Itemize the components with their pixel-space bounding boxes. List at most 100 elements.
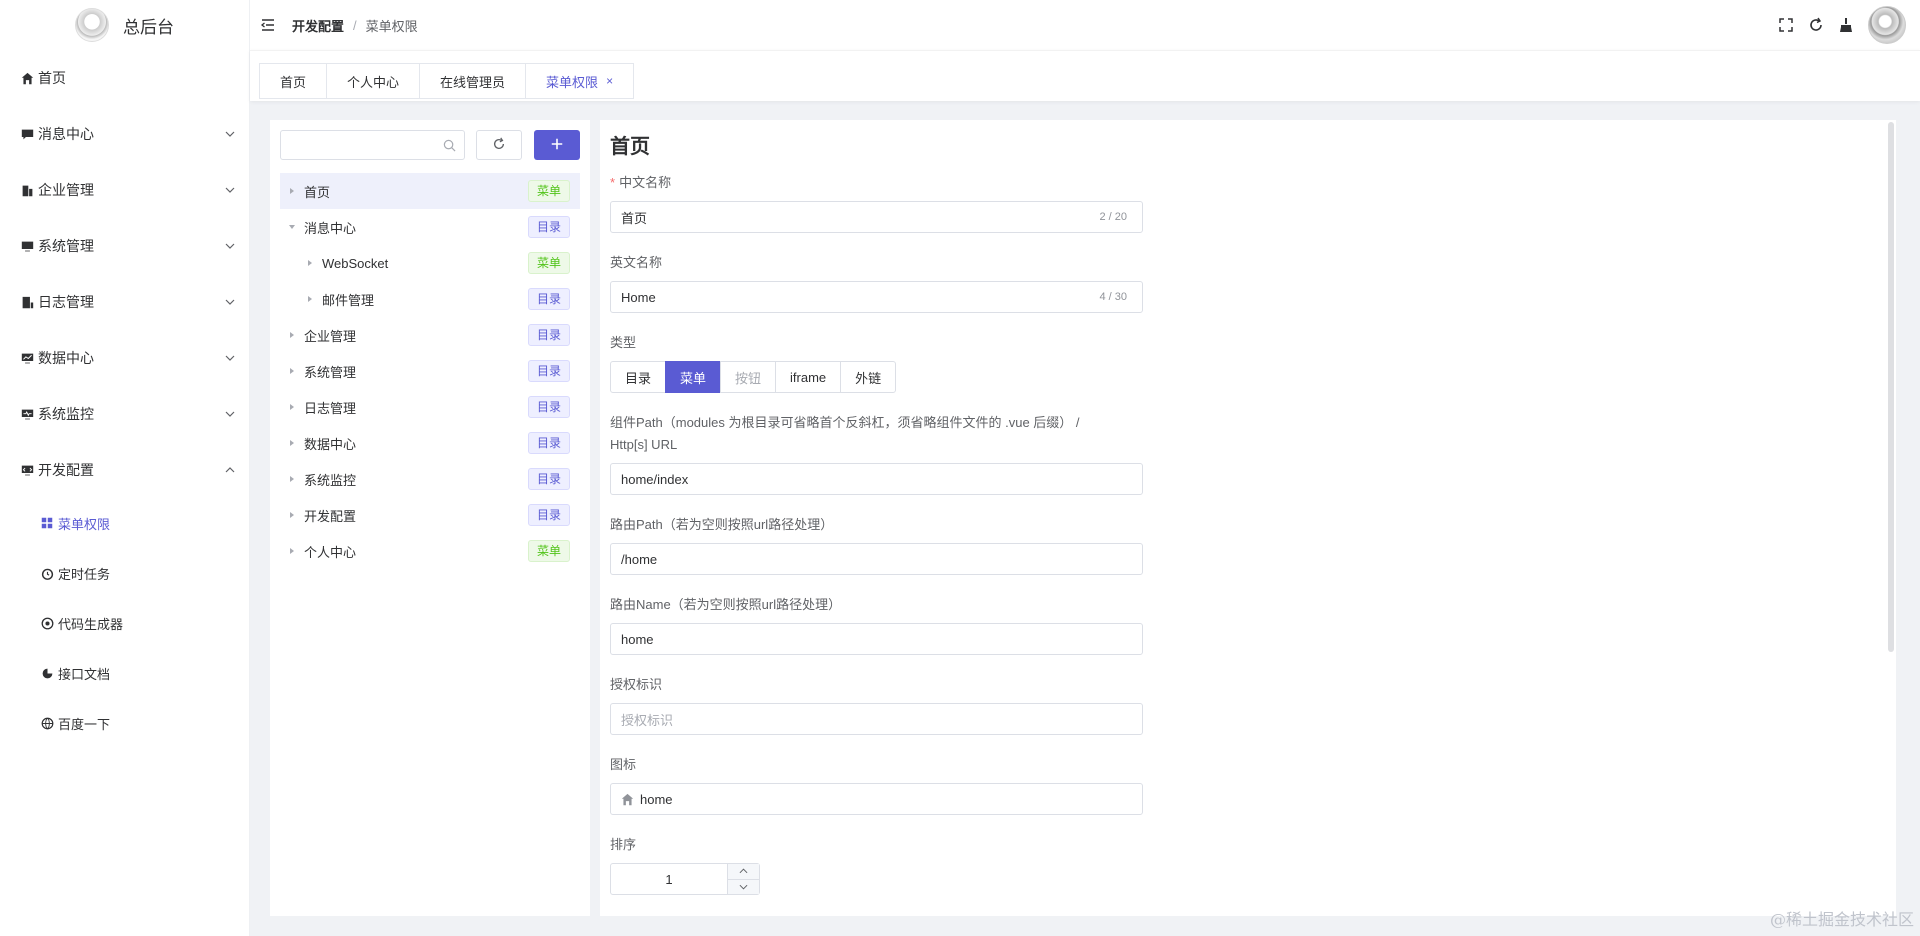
tree-node[interactable]: 首页 菜单 xyxy=(280,173,580,209)
tree-node[interactable]: 日志管理 目录 xyxy=(280,389,580,425)
caret-right-icon[interactable] xyxy=(306,259,314,267)
menu-fold-icon[interactable] xyxy=(260,17,276,33)
route-name-input[interactable]: home xyxy=(610,623,1143,655)
chevron-down-icon[interactable] xyxy=(728,878,759,895)
chevron-up-icon xyxy=(225,465,235,475)
chevron-down-icon xyxy=(225,409,235,419)
breadcrumb-current: 菜单权限 xyxy=(365,18,418,34)
directory-type-tag: 目录 xyxy=(527,288,570,310)
char-counter: 2 / 20 xyxy=(1099,211,1127,223)
caret-right-icon[interactable] xyxy=(306,295,314,303)
field-label: * 中文名称 xyxy=(610,172,1143,194)
caret-right-icon[interactable] xyxy=(288,475,296,483)
caret-right-icon[interactable] xyxy=(288,439,296,447)
type-option-external-link[interactable]: 外链 xyxy=(840,361,897,393)
sidebar-menu: 首页 消息中心 企业管理 系统管理 日志管理 数据中心 系统监控 开发配置 菜单… xyxy=(0,50,249,748)
sidebar-subitem-menu-permission[interactable]: 菜单权限 xyxy=(0,498,249,548)
input-value: home/index xyxy=(621,471,689,487)
field-label: 英文名称 xyxy=(610,255,663,270)
input-placeholder: 授权标识 xyxy=(621,712,674,728)
sidebar-item-dev-config[interactable]: 开发配置 xyxy=(0,442,249,498)
tab-menu-permission[interactable]: 菜单权限 × xyxy=(525,63,635,99)
tree-node[interactable]: WebSocket 菜单 xyxy=(280,245,580,281)
sidebar-item-logs[interactable]: 日志管理 xyxy=(0,274,249,330)
field-label: 组件Path（modules 为根目录可省略首个反斜杠，须省略组件文件的 .vu… xyxy=(610,415,1080,430)
sidebar-subitem-baidu[interactable]: 百度一下 xyxy=(0,698,249,748)
tab-list: 首页 个人中心 在线管理员 菜单权限 × xyxy=(259,63,635,99)
tab-profile[interactable]: 个人中心 xyxy=(326,63,421,99)
tree-node-label: 系统管理 xyxy=(304,364,357,380)
tree-node-label: 企业管理 xyxy=(304,328,357,344)
tree-node[interactable]: 系统监控 目录 xyxy=(280,461,580,497)
name-en-input[interactable]: Home 4 / 30 xyxy=(610,281,1143,313)
sidebar-subitem-api-docs[interactable]: 接口文档 xyxy=(0,648,249,698)
tree-node[interactable]: 开发配置 目录 xyxy=(280,497,580,533)
sidebar-item-enterprise[interactable]: 企业管理 xyxy=(0,162,249,218)
tab-online-admins[interactable]: 在线管理员 xyxy=(419,63,527,99)
refresh-icon[interactable] xyxy=(1808,17,1824,33)
caret-right-icon[interactable] xyxy=(288,547,296,555)
tree-node[interactable]: 数据中心 目录 xyxy=(280,425,580,461)
sidebar-item-label: 系统管理 xyxy=(38,238,94,254)
add-menu-button[interactable] xyxy=(534,130,580,160)
tree-search-input[interactable] xyxy=(280,130,465,160)
input-value: /home xyxy=(621,551,658,567)
message-icon xyxy=(20,127,34,141)
tree-node[interactable]: 系统管理 目录 xyxy=(280,353,580,389)
caret-right-icon[interactable] xyxy=(288,403,296,411)
auth-input[interactable]: 授权标识 xyxy=(610,703,1143,735)
tree-node[interactable]: 邮件管理 目录 xyxy=(280,281,580,317)
chevron-down-icon xyxy=(225,241,235,251)
directory-type-tag: 目录 xyxy=(527,360,570,382)
route-path-input[interactable]: /home xyxy=(610,543,1143,575)
sidebar-item-label: 系统监控 xyxy=(38,406,94,422)
type-radio-group: 目录 菜单 按钮 iframe 外链 xyxy=(610,361,1143,393)
form-scrollbar[interactable] xyxy=(1888,122,1894,652)
clean-icon[interactable] xyxy=(1838,17,1854,33)
header-actions xyxy=(1778,6,1906,44)
caret-down-icon[interactable] xyxy=(288,223,296,231)
sort-stepper[interactable]: 1 xyxy=(610,863,760,895)
sidebar-subitem-scheduled-tasks[interactable]: 定时任务 xyxy=(0,548,249,598)
logo[interactable]: 总后台 xyxy=(0,0,249,50)
icon-input[interactable]: home xyxy=(610,783,1143,815)
sidebar-subitem-code-generator[interactable]: 代码生成器 xyxy=(0,598,249,648)
tree-node[interactable]: 个人中心 菜单 xyxy=(280,533,580,569)
tab-home[interactable]: 首页 xyxy=(259,63,328,99)
caret-right-icon[interactable] xyxy=(288,187,296,195)
type-option-iframe[interactable]: iframe xyxy=(775,361,842,393)
fullscreen-icon[interactable] xyxy=(1778,17,1794,33)
user-avatar[interactable] xyxy=(1868,6,1906,44)
breadcrumb-item[interactable]: 开发配置 xyxy=(292,16,344,35)
name-cn-input[interactable]: 首页 2 / 20 xyxy=(610,201,1143,233)
component-path-input[interactable]: home/index xyxy=(610,463,1143,495)
api-icon xyxy=(40,666,54,680)
tree-node[interactable]: 企业管理 目录 xyxy=(280,317,580,353)
menu-form-panel: 首页 * 中文名称 首页 2 / 20 英文名称 Home 4 / 30 类型 目… xyxy=(600,120,1896,916)
field-label: 路由Path（若为空则按照url路径处理） xyxy=(610,517,834,532)
sidebar-item-system[interactable]: 系统管理 xyxy=(0,218,249,274)
sidebar-item-home[interactable]: 首页 xyxy=(0,50,249,106)
sidebar-item-monitor[interactable]: 系统监控 xyxy=(0,386,249,442)
caret-right-icon[interactable] xyxy=(288,331,296,339)
tree-node[interactable]: 消息中心 目录 xyxy=(280,209,580,245)
breadcrumb-separator: / xyxy=(353,17,357,33)
field-name-en: 英文名称 Home 4 / 30 xyxy=(610,252,1143,313)
field-sort: 排序 1 xyxy=(610,834,1143,895)
field-label-text: 中文名称 xyxy=(619,175,672,190)
close-icon[interactable]: × xyxy=(606,74,613,88)
sidebar-subitem-label: 菜单权限 xyxy=(58,516,111,532)
caret-right-icon[interactable] xyxy=(288,367,296,375)
tree-node-label: 数据中心 xyxy=(304,436,357,452)
sidebar-item-data-center[interactable]: 数据中心 xyxy=(0,330,249,386)
caret-right-icon[interactable] xyxy=(288,511,296,519)
tree-refresh-button[interactable] xyxy=(476,130,522,160)
type-option-button[interactable]: 按钮 xyxy=(720,361,777,393)
sidebar-item-messages[interactable]: 消息中心 xyxy=(0,106,249,162)
chevron-up-icon[interactable] xyxy=(728,864,759,879)
log-icon xyxy=(20,295,34,309)
type-option-directory[interactable]: 目录 xyxy=(610,361,667,393)
field-auth: 授权标识 授权标识 xyxy=(610,674,1143,735)
menu-tree-panel: 首页 菜单 消息中心 目录 WebSocket 菜单 邮件管理 目录 企业管理 … xyxy=(270,120,590,916)
type-option-menu[interactable]: 菜单 xyxy=(665,361,722,393)
